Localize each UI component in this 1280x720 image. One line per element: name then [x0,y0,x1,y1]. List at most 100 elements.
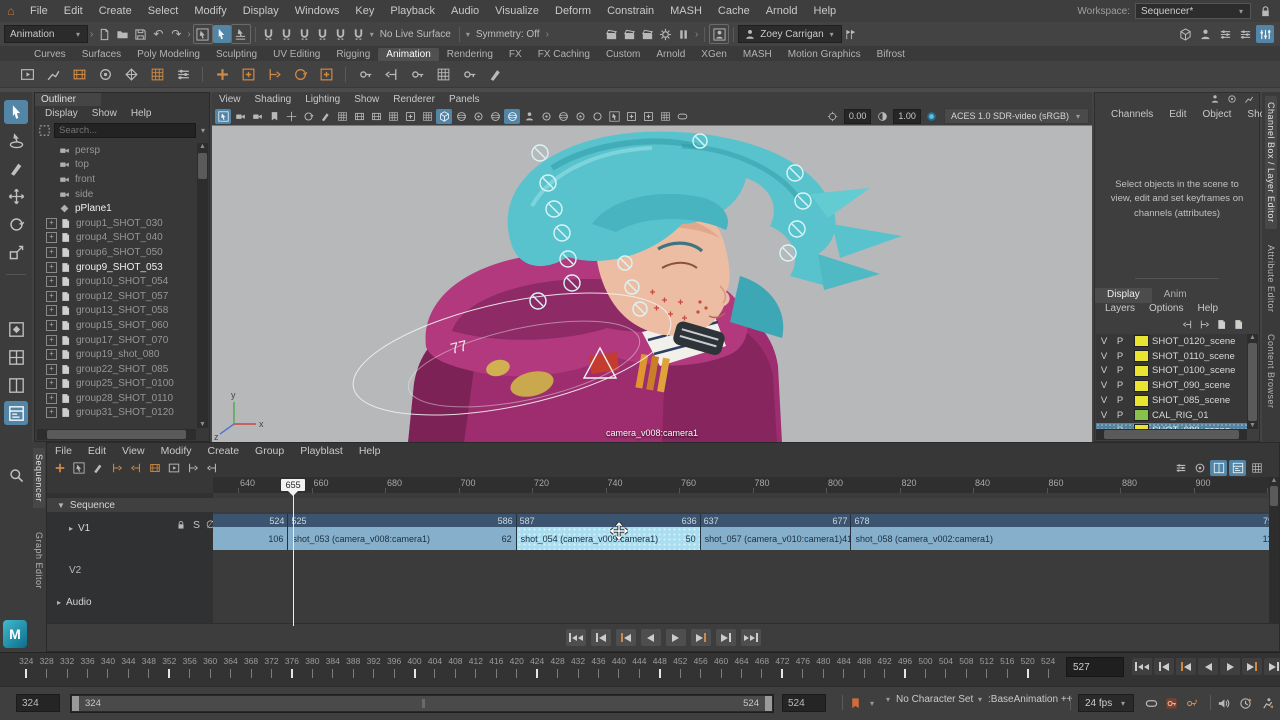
pause-viewport-icon[interactable] [675,25,693,43]
outliner-item-pplane1[interactable]: pPlane1 [37,201,196,216]
frame-380[interactable]: 380 [302,656,322,684]
attribute-editor-toggle-icon[interactable] [1236,25,1254,43]
track-v2-label[interactable]: V2 [69,565,81,576]
2d-pan-zoom-icon[interactable] [300,109,316,124]
scroll-up-icon[interactable]: ▲ [1247,334,1258,341]
current-frame-field[interactable]: 527 [1066,657,1124,677]
align-shelf-icon[interactable] [172,63,194,85]
sequencer-menu-edit[interactable]: Edit [80,445,114,457]
menu-create[interactable]: Create [91,5,140,17]
shadows-icon[interactable] [538,109,554,124]
frame-460[interactable]: 460 [711,656,731,684]
frame-516[interactable]: 516 [997,656,1017,684]
motion-blur-icon[interactable] [572,109,588,124]
gate-mask-icon[interactable] [385,109,401,124]
frame-324[interactable]: 324 [16,656,36,684]
select-camera-icon[interactable] [215,109,231,124]
layout-four-pane[interactable] [4,345,28,369]
yellow-swatch[interactable] [1134,350,1149,362]
outliner-item-top[interactable]: top [37,158,196,173]
frame-452[interactable]: 452 [670,656,690,684]
yellow-swatch[interactable] [1134,365,1149,377]
sequencer-clip-shot-058[interactable]: 678794shot_058 (camera_v002:camera1)117 [851,514,1269,550]
shot-selector-icon[interactable] [70,460,87,476]
green-swatch[interactable] [1134,409,1149,421]
frame-456[interactable]: 456 [690,656,710,684]
outliner-item-group6-shot-050[interactable]: +group6_SHOT_050 [37,245,196,260]
timeline-step-back-button[interactable] [1154,658,1174,675]
channelbox-menu-object[interactable]: Object [1195,109,1240,120]
expand-icon[interactable]: + [46,262,57,273]
seq-play-backwards-button[interactable] [641,629,661,646]
shelf-tab-fx-caching[interactable]: FX Caching [530,48,598,61]
seq-go-to-end-button[interactable] [741,629,761,646]
outliner-title-tab[interactable]: Outliner [35,93,101,106]
scroll-thumb[interactable] [1248,343,1257,421]
expand-icon[interactable]: + [46,378,57,389]
yellow-swatch[interactable] [1134,335,1149,347]
bookmark-icon[interactable] [846,694,864,712]
frame-500[interactable]: 500 [915,656,935,684]
outliner-item-group1-shot-030[interactable]: +group1_SHOT_030 [37,216,196,231]
menu-arnold[interactable]: Arnold [758,5,806,17]
swatch-dots-icon[interactable] [94,63,116,85]
solo-toggle[interactable]: S [193,519,200,531]
shelf-tab-animation[interactable]: Animation [378,48,438,61]
sequencer-menu-file[interactable]: File [47,445,80,457]
shelf-tab-fx[interactable]: FX [501,48,530,61]
outliner-item-group10-shot-054[interactable]: +group10_SHOT_054 [37,274,196,289]
select-by-component-icon[interactable] [231,24,251,44]
lasso-tool[interactable] [4,128,28,152]
timeline-go-to-start-button[interactable] [1132,658,1152,675]
character-set-selector[interactable]: ▾ No Character Set [884,694,973,705]
menu-set-selector[interactable]: Animation ▾ [4,25,88,43]
rotate-tool[interactable] [4,212,28,236]
outliner-item-group31-shot-0120[interactable]: +group31_SHOT_0120 [37,406,196,421]
cluster-shelf-icon[interactable] [120,63,142,85]
menu-file[interactable]: File [22,5,56,17]
outliner-item-group4-shot-040[interactable]: +group4_SHOT_040 [37,231,196,246]
move-layer-down-icon[interactable] [1197,318,1211,331]
snap-to-projected-center-icon[interactable] [314,25,332,43]
make-object-live-icon[interactable] [350,25,368,43]
sequence-row-label[interactable]: ▼ Sequence [57,498,115,512]
frame-432[interactable]: 432 [568,656,588,684]
shelf-tab-motion-graphics[interactable]: Motion Graphics [780,48,869,61]
film-gate-icon[interactable] [351,109,367,124]
expand-icon[interactable]: + [46,407,57,418]
ghost-shelf-icon[interactable] [68,63,90,85]
shaded-display-icon[interactable] [436,109,452,124]
grease-pencil-icon[interactable] [317,109,333,124]
create-layer-from-selected-icon[interactable] [1231,318,1245,331]
layer-row-shot-085-scene[interactable]: VPSHOT_085_scene [1096,393,1247,408]
layer-playback-toggle[interactable]: P [1112,336,1128,347]
seq-frame-all-icon[interactable] [1229,460,1246,476]
frame-412[interactable]: 412 [466,656,486,684]
menu-display[interactable]: Display [235,5,287,17]
outliner-item-group19-shot-080[interactable]: +group19_shot_080 [37,347,196,362]
menu-audio[interactable]: Audio [443,5,487,17]
auto-keyframe-icon[interactable] [1162,694,1180,712]
layer-row-cal-rig-01[interactable]: VPCAL_RIG_01 [1096,408,1247,423]
expand-icon[interactable]: + [46,349,57,360]
frame-332[interactable]: 332 [57,656,77,684]
snap-to-points-icon[interactable] [296,25,314,43]
render-current-frame-icon[interactable] [621,25,639,43]
shelf-tab-bifrost[interactable]: Bifrost [869,48,913,61]
frame-408[interactable]: 408 [445,656,465,684]
channelbox-menu-channels[interactable]: Channels [1103,109,1161,120]
ipr-render-icon[interactable] [639,25,657,43]
viewport-menu-show[interactable]: Show [347,94,386,105]
frame-buffer-1-icon[interactable] [623,109,639,124]
timeline-previous-key-button[interactable] [1176,658,1196,675]
save-scene-icon[interactable] [131,25,149,43]
frame-336[interactable]: 336 [77,656,97,684]
workspace-lock-icon[interactable] [1256,2,1274,20]
frame-512[interactable]: 512 [977,656,997,684]
shift-shot-right-icon[interactable] [127,460,144,476]
constrain-key-6-icon[interactable] [484,63,506,85]
sequencer-menu-group[interactable]: Group [247,445,292,457]
viewport-menu-lighting[interactable]: Lighting [298,94,347,105]
exposure-icon[interactable] [825,109,841,124]
layer-visible-toggle[interactable]: V [1096,365,1112,376]
